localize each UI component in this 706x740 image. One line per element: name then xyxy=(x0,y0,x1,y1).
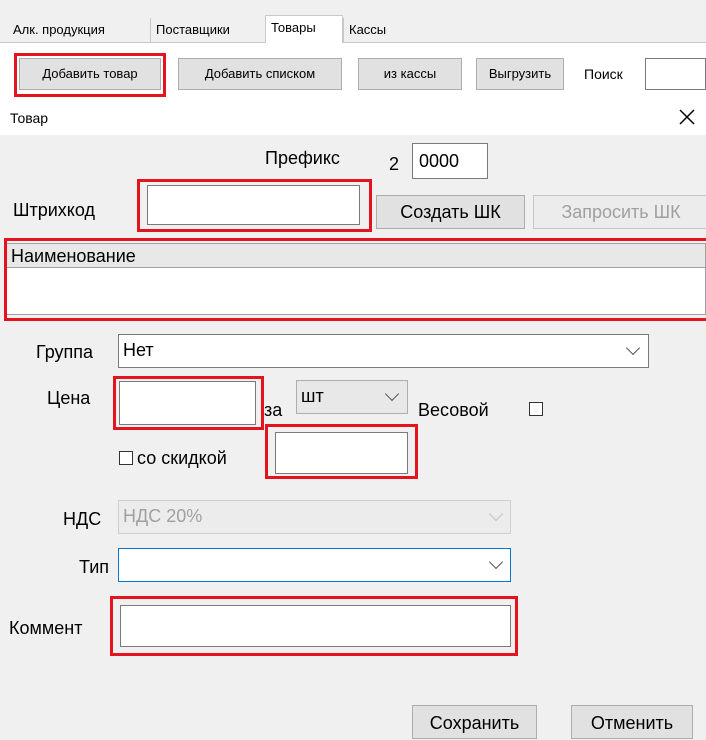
chevron-down-icon xyxy=(384,386,400,402)
per-label: за xyxy=(264,400,283,420)
weight-checkbox[interactable] xyxy=(529,402,543,416)
name-label: Наименование xyxy=(11,246,136,266)
group-select[interactable]: Нет xyxy=(118,334,649,368)
vat-label: НДС xyxy=(63,509,102,529)
chevron-down-icon xyxy=(488,554,504,570)
prefix-label: Префикс xyxy=(265,148,340,168)
cancel-button[interactable]: Отменить xyxy=(571,705,693,739)
discount-label: со скидкой xyxy=(137,448,227,468)
price-label: Цена xyxy=(47,388,91,408)
group-value: Нет xyxy=(123,340,154,360)
close-icon[interactable] xyxy=(676,106,698,128)
type-label: Тип xyxy=(79,557,110,577)
add-list-button[interactable]: Добавить списком xyxy=(178,58,342,90)
chevron-down-icon xyxy=(488,506,504,522)
barcode-input[interactable] xyxy=(147,185,360,225)
prefix-value: 0000 xyxy=(419,151,460,171)
tab-products[interactable]: Товары xyxy=(265,15,343,43)
group-label: Группа xyxy=(36,342,94,362)
request-barcode-button[interactable]: Запросить ШК xyxy=(533,195,706,229)
from-register-button[interactable]: из кассы xyxy=(358,58,462,90)
vat-select[interactable]: НДС 20% xyxy=(118,500,511,534)
prefix-input[interactable]: 0000 xyxy=(412,143,488,179)
prefix-digit: 2 xyxy=(389,154,400,174)
dialog-title-bar xyxy=(0,101,706,135)
discount-checkbox[interactable] xyxy=(119,451,133,465)
tab-suppliers[interactable]: Поставщики xyxy=(150,18,235,42)
tab-registers[interactable]: Кассы xyxy=(343,18,391,42)
vat-value: НДС 20% xyxy=(123,506,203,526)
create-barcode-button[interactable]: Создать ШК xyxy=(376,195,525,229)
search-input[interactable] xyxy=(645,58,706,90)
type-select[interactable] xyxy=(118,548,511,582)
comment-input[interactable] xyxy=(120,605,511,647)
save-button[interactable]: Сохранить xyxy=(412,705,537,739)
discount-input[interactable] xyxy=(275,432,408,474)
export-button[interactable]: Выгрузить xyxy=(476,58,564,90)
unit-value: шт xyxy=(301,386,324,406)
price-input[interactable] xyxy=(119,381,256,425)
unit-select[interactable]: шт xyxy=(296,380,408,414)
chevron-down-icon xyxy=(625,340,641,356)
dialog-title: Товар xyxy=(10,110,49,126)
comment-label: Коммент xyxy=(9,618,83,638)
add-product-button[interactable]: Добавить товар xyxy=(19,58,161,90)
search-label: Поиск xyxy=(584,66,623,82)
name-input[interactable] xyxy=(6,267,706,315)
weight-label: Весовой xyxy=(418,400,489,420)
tab-alcohol-products[interactable]: Алк. продукция xyxy=(8,18,110,42)
barcode-label: Штрихкод xyxy=(13,200,96,220)
